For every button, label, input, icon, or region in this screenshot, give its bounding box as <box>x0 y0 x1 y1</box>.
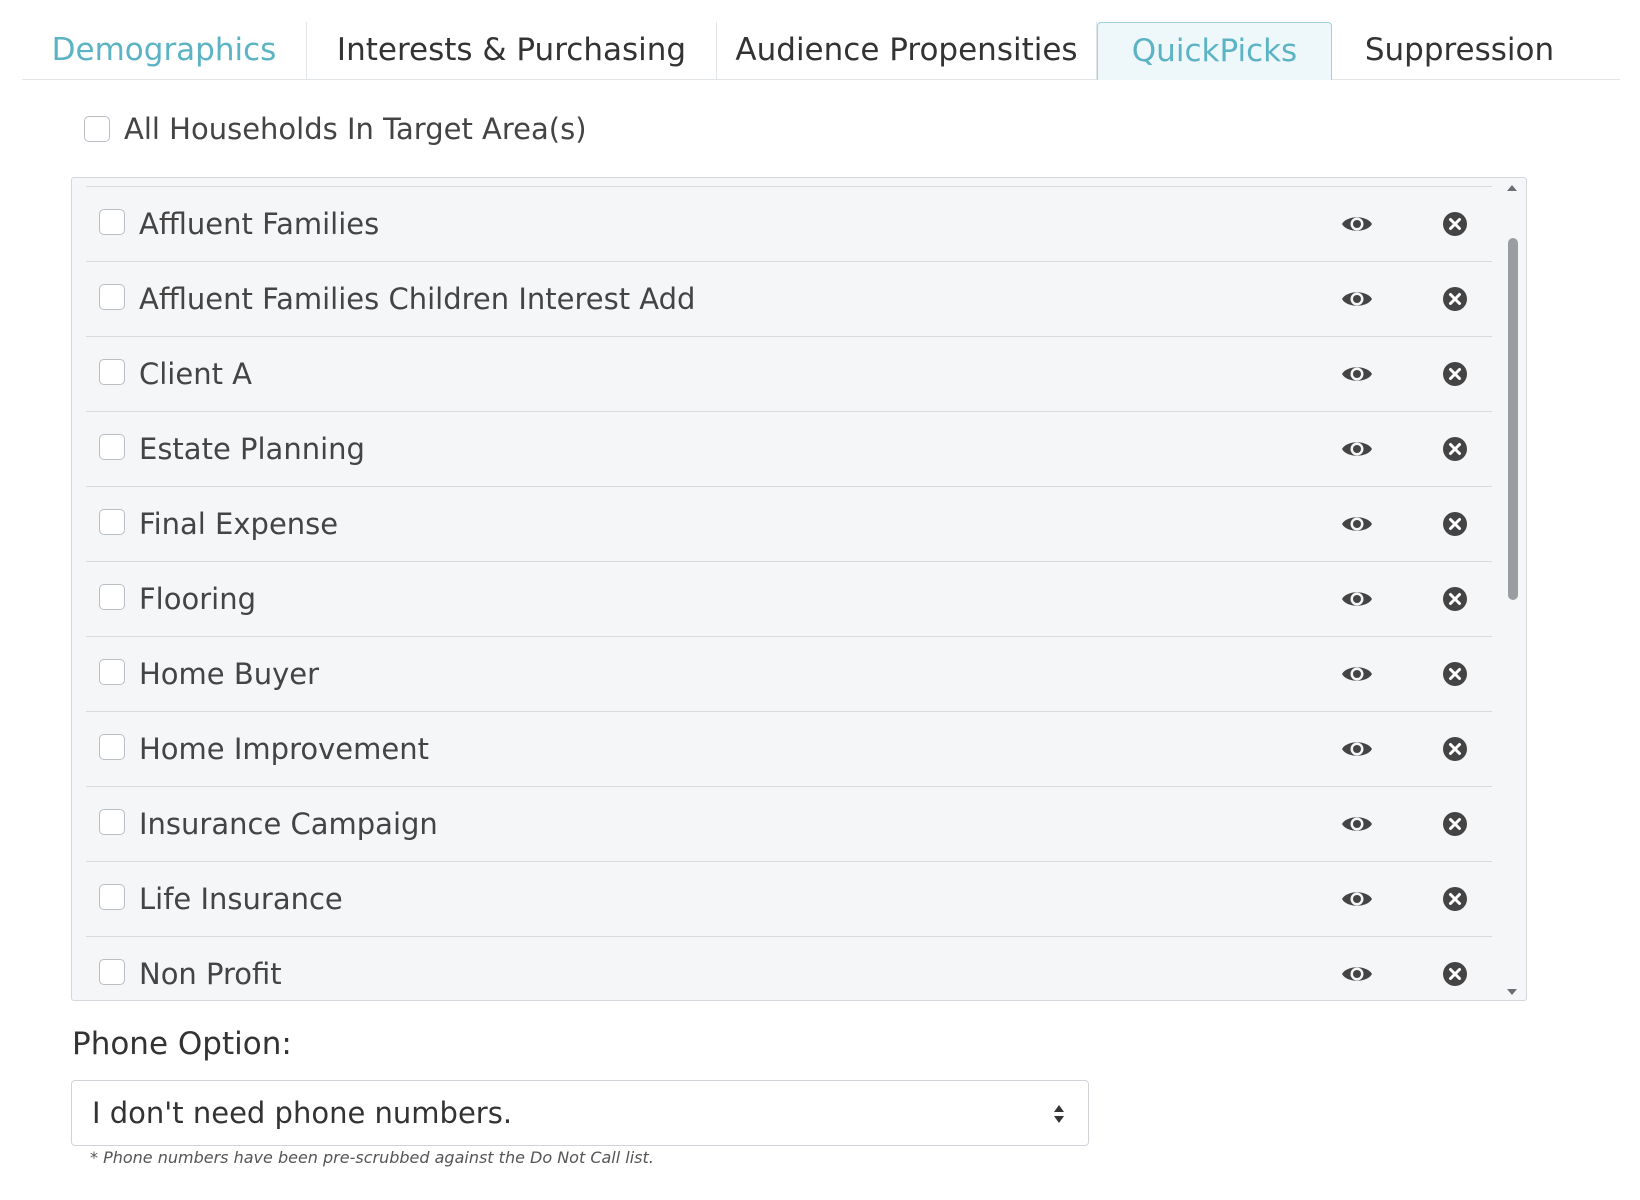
tab-interests-purchasing[interactable]: Interests & Purchasing <box>307 22 717 80</box>
quickpick-checkbox[interactable] <box>99 584 125 610</box>
scrollbar-thumb[interactable] <box>1508 238 1518 600</box>
eye-icon[interactable] <box>1340 584 1374 614</box>
eye-icon[interactable] <box>1340 284 1374 314</box>
tab-demographics[interactable]: Demographics <box>22 22 307 80</box>
close-circle-icon[interactable] <box>1441 435 1469 463</box>
quickpick-label: Estate Planning <box>139 432 365 466</box>
close-circle-icon[interactable] <box>1441 660 1469 688</box>
eye-icon[interactable] <box>1340 809 1374 839</box>
scroll-up-arrow-icon[interactable] <box>1505 182 1519 194</box>
quickpick-label: Affluent Families <box>139 207 380 241</box>
tab-audience-propensities[interactable]: Audience Propensities <box>717 22 1097 80</box>
quickpick-label: Client A <box>139 357 253 391</box>
quickpick-row: Client A <box>86 336 1492 411</box>
quickpick-checkbox[interactable] <box>99 734 125 760</box>
close-circle-icon[interactable] <box>1441 210 1469 238</box>
quickpick-row: Flooring <box>86 561 1492 636</box>
quickpick-label: Insurance Campaign <box>139 807 438 841</box>
quickpick-checkbox[interactable] <box>99 209 125 235</box>
close-circle-icon[interactable] <box>1441 960 1469 988</box>
quickpick-checkbox[interactable] <box>99 884 125 910</box>
close-circle-icon[interactable] <box>1441 285 1469 313</box>
phone-option-select[interactable]: I don't need phone numbers. <box>71 1080 1089 1146</box>
eye-icon[interactable] <box>1340 209 1374 239</box>
tab-bar: Demographics Interests & Purchasing Audi… <box>22 22 1620 80</box>
quickpick-label: Life Insurance <box>139 882 343 916</box>
tab-suppression[interactable]: Suppression <box>1332 22 1587 80</box>
scroll-down-arrow-icon[interactable] <box>1505 986 1519 998</box>
quickpick-row: Final Expense <box>86 486 1492 561</box>
quickpicks-list-panel: Affluent Families Affluent Families Child… <box>71 177 1527 1001</box>
quickpick-row: Insurance Campaign <box>86 786 1492 861</box>
quickpick-row: Estate Planning <box>86 411 1492 486</box>
close-circle-icon[interactable] <box>1441 885 1469 913</box>
quickpick-row: Home Buyer <box>86 636 1492 711</box>
close-circle-icon[interactable] <box>1441 735 1469 763</box>
all-households-label: All Households In Target Area(s) <box>124 112 587 146</box>
quickpick-label: Home Improvement <box>139 732 429 766</box>
eye-icon[interactable] <box>1340 359 1374 389</box>
close-circle-icon[interactable] <box>1441 510 1469 538</box>
quickpick-row: Life Insurance <box>86 861 1492 936</box>
quickpick-label: Home Buyer <box>139 657 320 691</box>
quickpick-checkbox[interactable] <box>99 809 125 835</box>
quickpick-label: Final Expense <box>139 507 339 541</box>
phone-option-selected-value: I don't need phone numbers. <box>92 1096 513 1130</box>
all-households-checkbox[interactable] <box>84 116 110 142</box>
all-households-option: All Households In Target Area(s) <box>84 112 587 146</box>
quickpicks-list: Affluent Families Affluent Families Child… <box>86 186 1492 1000</box>
quickpick-checkbox[interactable] <box>99 509 125 535</box>
quickpick-row: Non Profit <box>86 936 1492 1000</box>
tab-quickpicks[interactable]: QuickPicks <box>1097 22 1332 80</box>
eye-icon[interactable] <box>1340 734 1374 764</box>
quickpick-checkbox[interactable] <box>99 284 125 310</box>
eye-icon[interactable] <box>1340 434 1374 464</box>
eye-icon[interactable] <box>1340 884 1374 914</box>
quickpick-row: Home Improvement <box>86 711 1492 786</box>
close-circle-icon[interactable] <box>1441 810 1469 838</box>
phone-option-label: Phone Option: <box>72 1026 292 1062</box>
close-circle-icon[interactable] <box>1441 585 1469 613</box>
quickpick-checkbox[interactable] <box>99 434 125 460</box>
quickpick-checkbox[interactable] <box>99 359 125 385</box>
quickpick-label: Non Profit <box>139 957 282 991</box>
quickpick-checkbox[interactable] <box>99 959 125 985</box>
quickpick-row: Affluent Families Children Interest Add <box>86 261 1492 336</box>
quickpick-row: Affluent Families <box>86 186 1492 261</box>
eye-icon[interactable] <box>1340 509 1374 539</box>
close-circle-icon[interactable] <box>1441 360 1469 388</box>
quickpick-label: Affluent Families Children Interest Add <box>139 282 696 316</box>
phone-dnc-note: * Phone numbers have been pre-scrubbed a… <box>90 1148 654 1167</box>
eye-icon[interactable] <box>1340 959 1374 989</box>
quickpick-checkbox[interactable] <box>99 659 125 685</box>
select-caret-icon <box>1054 1105 1064 1123</box>
quickpick-label: Flooring <box>139 582 256 616</box>
eye-icon[interactable] <box>1340 659 1374 689</box>
